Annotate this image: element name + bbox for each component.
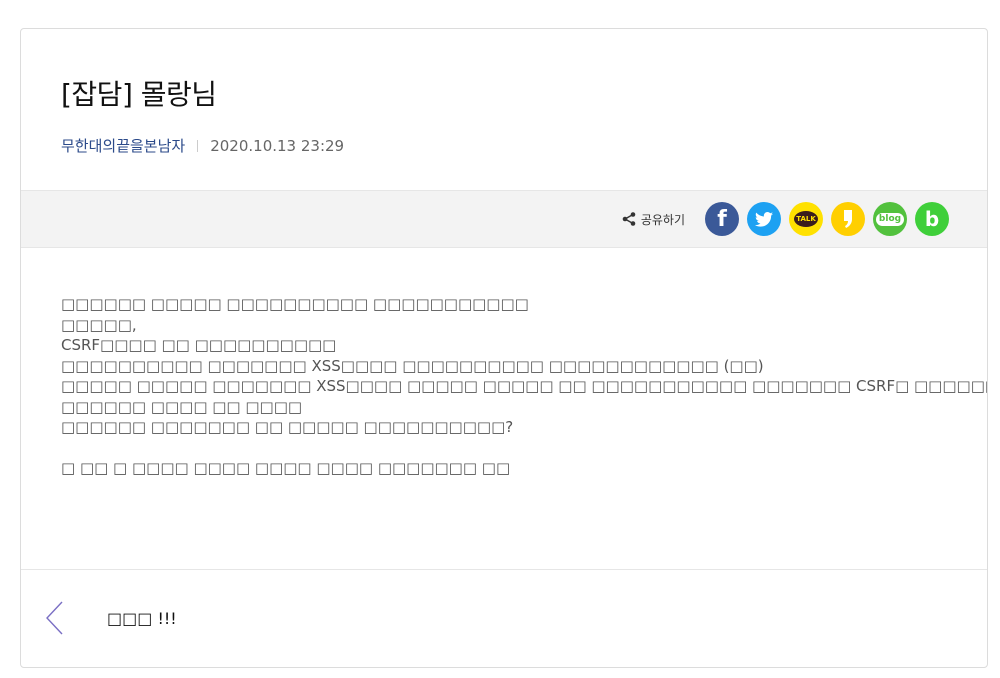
kakaotalk-icon: TALK: [794, 211, 818, 227]
content-line: □□□□□ □□□□□ □□□□□□□ XSS□□□□ □□□□□ □□□□□ …: [61, 377, 988, 395]
prev-post-nav[interactable]: □□□ !!!: [21, 570, 987, 666]
content-line: □□□□□□ □□□□□□□ □□ □□□□□ □□□□□□□□□□?: [61, 418, 514, 436]
twitter-share-button[interactable]: [747, 202, 781, 236]
author-link[interactable]: 무한대의끝을본남자: [61, 135, 185, 156]
post-card: [잡담] 몰랑님 무한대의끝을본남자 2020.10.13 23:29 공유하기…: [20, 28, 988, 668]
content-line: □□□□□□□□□□ □□□□□□□ XSS□□□□ □□□□□□□□□□ □□…: [61, 356, 764, 375]
post-header: [잡담] 몰랑님 무한대의끝을본남자 2020.10.13 23:29: [21, 29, 987, 190]
content-line: □□□□□□ □□□□ □□ □□□□: [61, 397, 303, 416]
kakaotalk-share-button[interactable]: TALK: [789, 202, 823, 236]
content-line: □ □□ □ □□□□ □□□□ □□□□ □□□□ □□□□□□□ □□: [61, 459, 511, 477]
facebook-icon: f: [717, 206, 727, 232]
post-meta: 무한대의끝을본남자 2020.10.13 23:29: [61, 135, 947, 156]
content-line: □□□□□□ □□□□□ □□□□□□□□□□ □□□□□□□□□□□: [61, 295, 529, 313]
post-title: [잡담] 몰랑님: [61, 78, 217, 111]
band-icon: b: [924, 207, 940, 231]
share-button[interactable]: 공유하기: [621, 211, 685, 228]
post-date: 2020.10.13 23:29: [210, 136, 345, 155]
share-icon: [622, 212, 636, 226]
content-line: CSRF□□□□ □□ □□□□□□□□□□: [61, 336, 337, 354]
content-line: □□□□□,: [61, 315, 137, 334]
prev-post-title: □□□ !!!: [107, 608, 177, 628]
naver-blog-icon: blog: [875, 212, 905, 226]
band-share-button[interactable]: b: [915, 202, 949, 236]
twitter-icon: [755, 211, 773, 227]
content-line: [61, 438, 947, 459]
chevron-left-icon: [46, 601, 63, 635]
naver-blog-share-button[interactable]: blog: [873, 202, 907, 236]
post-content: □□□□□□ □□□□□ □□□□□□□□□□ □□□□□□□□□□□ □□□□…: [21, 248, 987, 570]
share-label: 공유하기: [640, 212, 685, 227]
kakaostory-icon: [844, 210, 852, 228]
share-bar: 공유하기 f TALK blog b: [21, 190, 987, 248]
meta-divider: [197, 139, 199, 152]
kakaostory-share-button[interactable]: [831, 202, 865, 236]
facebook-share-button[interactable]: f: [705, 202, 739, 236]
